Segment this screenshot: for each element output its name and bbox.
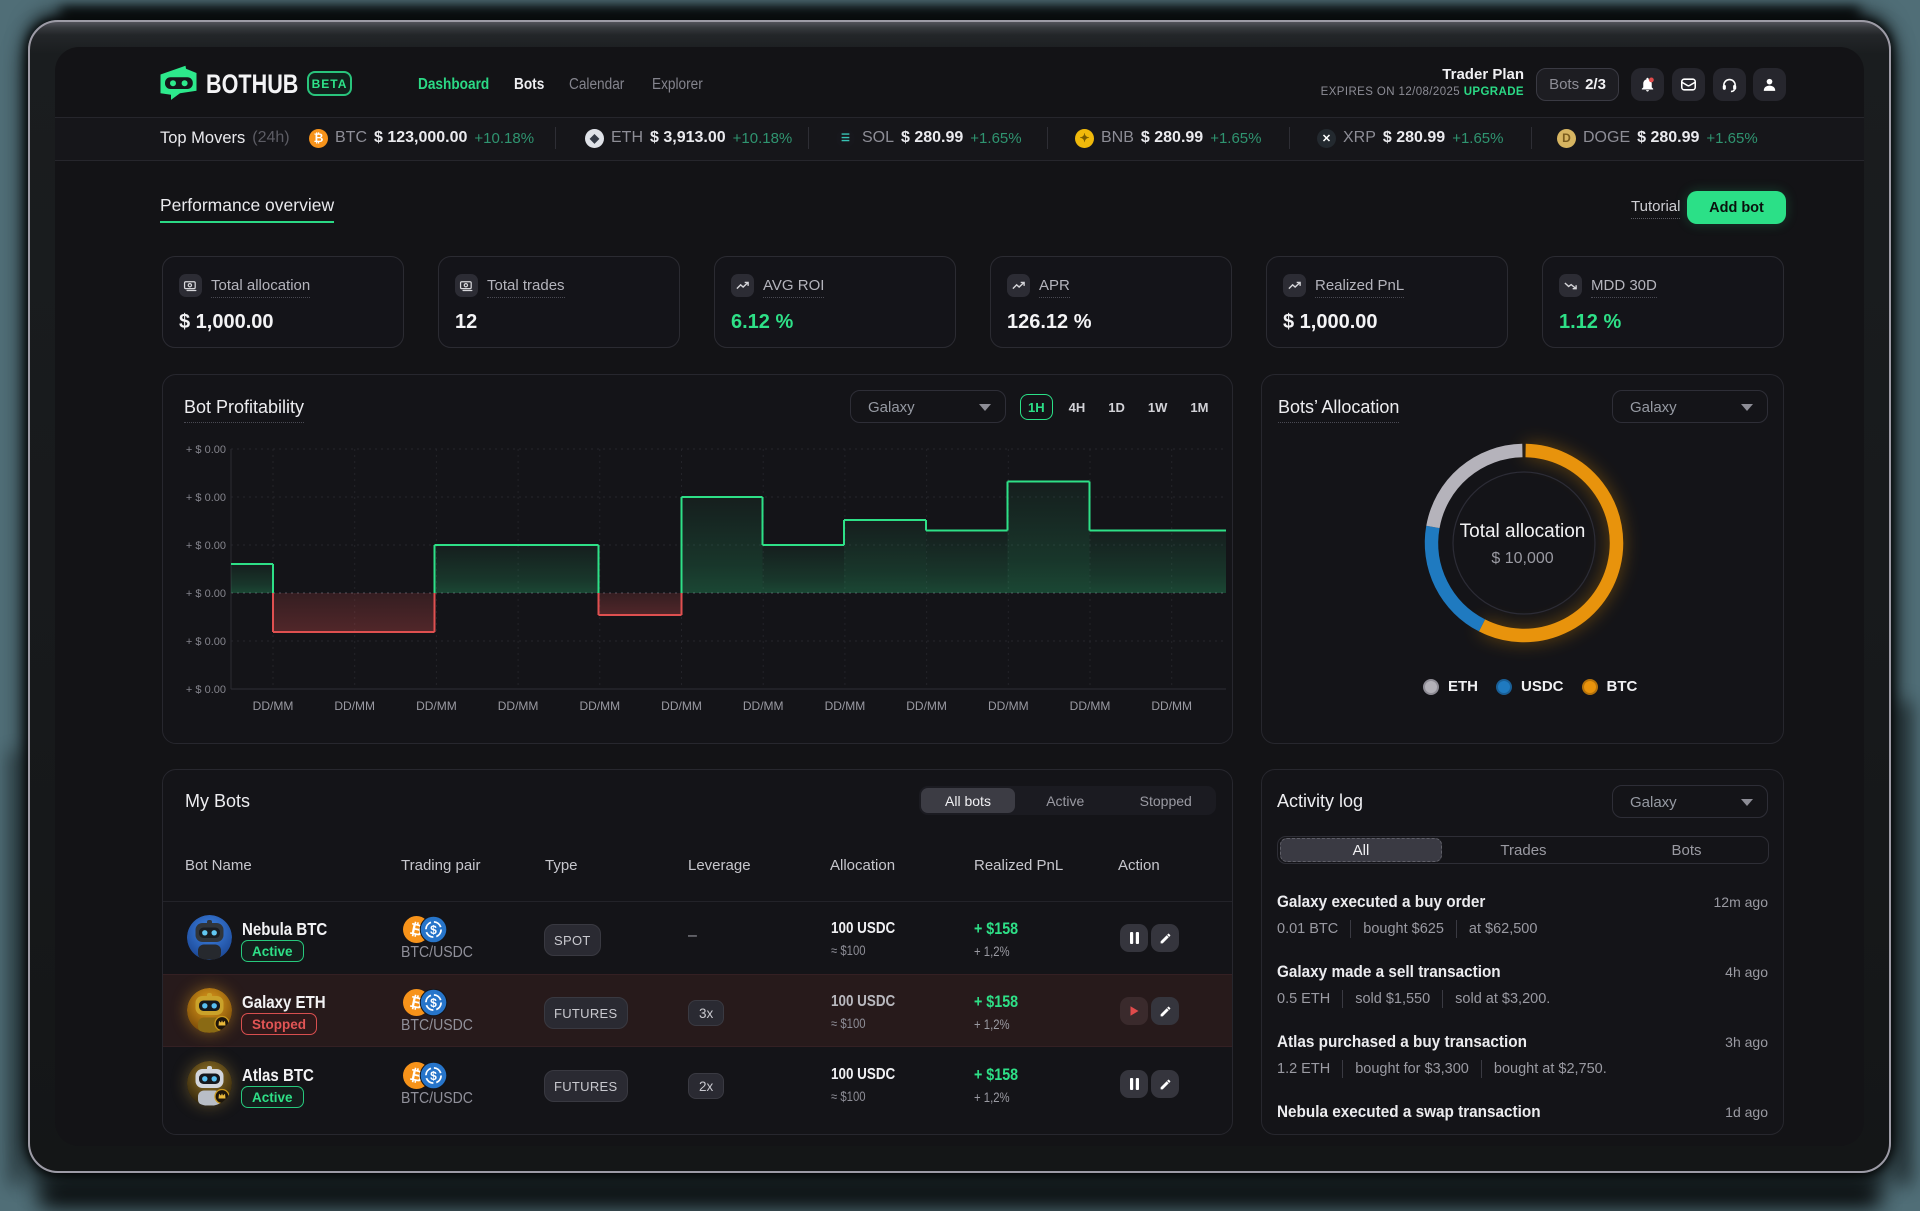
svg-text:$: $ [430, 1069, 437, 1083]
svg-text:$: $ [430, 996, 437, 1010]
svg-text:DD/MM: DD/MM [498, 699, 539, 713]
svg-text:+ $ 0.00: + $ 0.00 [186, 636, 226, 648]
svg-text:+ $ 0.00: + $ 0.00 [186, 492, 226, 504]
svg-text:DD/MM: DD/MM [253, 699, 294, 713]
svg-text:+ $ 0.00: + $ 0.00 [186, 684, 226, 696]
svg-text:DD/MM: DD/MM [416, 699, 457, 713]
svg-text:DD/MM: DD/MM [1151, 699, 1192, 713]
svg-text:DD/MM: DD/MM [579, 699, 620, 713]
svg-text:DD/MM: DD/MM [1070, 699, 1111, 713]
svg-text:$: $ [430, 923, 437, 937]
svg-text:DD/MM: DD/MM [334, 699, 375, 713]
svg-text:+ $ 0.00: + $ 0.00 [186, 444, 226, 456]
svg-text:+ $ 0.00: + $ 0.00 [186, 540, 226, 552]
svg-text:DD/MM: DD/MM [743, 699, 784, 713]
svg-text:DD/MM: DD/MM [988, 699, 1029, 713]
svg-text:DD/MM: DD/MM [661, 699, 702, 713]
svg-text:DD/MM: DD/MM [906, 699, 947, 713]
svg-text:+ $ 0.00: + $ 0.00 [186, 588, 226, 600]
svg-text:DD/MM: DD/MM [825, 699, 866, 713]
